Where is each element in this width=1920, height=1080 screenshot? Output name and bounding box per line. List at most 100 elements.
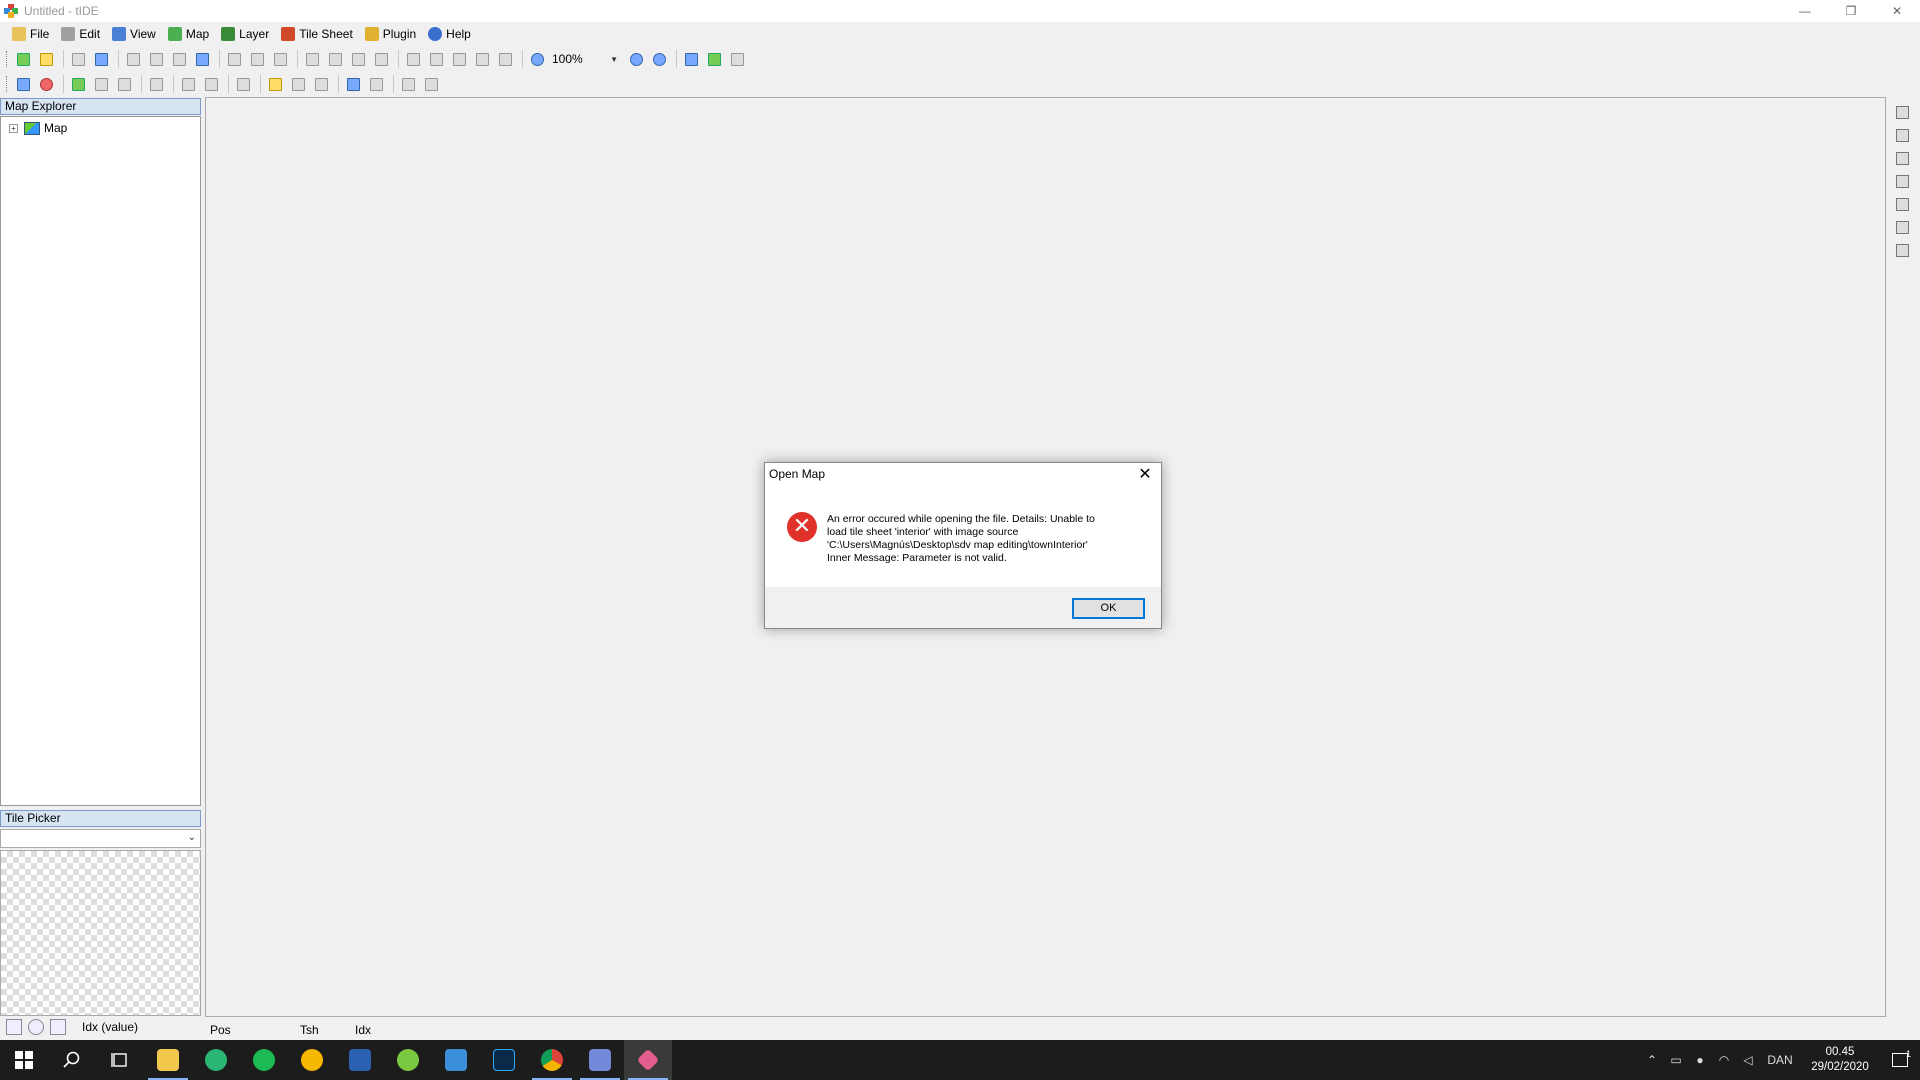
taskbar-app-file-explorer[interactable] [144,1040,192,1080]
print-button[interactable] [169,49,189,69]
taskbar-app-yellow[interactable] [288,1040,336,1080]
tile-properties-icon[interactable] [50,1019,66,1035]
brush-tool-button[interactable] [1892,240,1912,260]
menu-plugin[interactable]: Plugin [359,23,422,45]
battery-icon[interactable]: ▭ [1664,1053,1688,1067]
minimize-button[interactable]: — [1782,0,1828,22]
task-view-button[interactable] [96,1040,144,1080]
single-tile-tool-button[interactable] [1892,125,1912,145]
eraser-tool-button[interactable] [1892,171,1912,191]
add-tile-sheet-button[interactable] [265,74,285,94]
ok-button[interactable]: OK [1072,598,1145,619]
taskbar-app-translate[interactable] [336,1040,384,1080]
open-map-button[interactable] [36,49,56,69]
bring-layer-forward-button[interactable] [178,74,198,94]
viewport-button[interactable] [681,49,701,69]
menu-tile-sheet[interactable]: Tile Sheet [275,23,359,45]
map-explorer-tree[interactable]: + Map [0,116,201,806]
wifi-icon[interactable]: ◠ [1712,1053,1736,1067]
menu-file[interactable]: File [6,23,55,45]
paste-button[interactable] [348,49,368,69]
layer-visibility-button[interactable] [704,49,724,69]
action-center-button[interactable]: 1 [1880,1049,1920,1067]
plugin-action-1-button[interactable] [398,74,418,94]
redo-button[interactable] [247,49,267,69]
zoom-icon-button[interactable] [527,49,547,69]
taskbar-app-tide[interactable] [624,1040,672,1080]
language-indicator[interactable]: DAN [1760,1053,1800,1067]
tile-brush-button[interactable] [495,49,515,69]
save-button[interactable] [68,49,88,69]
tile-picker-area[interactable] [0,850,201,1016]
new-page-button[interactable] [123,49,143,69]
close-window-button[interactable]: ✕ [1874,0,1920,22]
dialog-close-button[interactable]: ✕ [1135,464,1155,484]
toolbar-grip[interactable] [6,76,9,92]
undo-button[interactable] [224,49,244,69]
vortex-tray-icon[interactable]: ● [1688,1053,1712,1067]
clear-selection-button[interactable] [426,49,446,69]
taskbar-app-green[interactable] [192,1040,240,1080]
separator [260,75,261,93]
zoom-in-button[interactable] [626,49,646,69]
map-properties-button[interactable] [13,74,33,94]
taskbar-app-vortex[interactable] [384,1040,432,1080]
menu-view[interactable]: View [106,23,162,45]
taskbar-app-bird[interactable] [432,1040,480,1080]
taskbar-app-chrome[interactable] [528,1040,576,1080]
menu-edit[interactable]: Edit [55,23,106,45]
select-tool-button[interactable] [1892,102,1912,122]
new-layer-button[interactable] [68,74,88,94]
toolbar-grip[interactable] [6,51,9,67]
tile-sheet-properties-button[interactable] [288,74,308,94]
send-layer-backward-button[interactable] [201,74,221,94]
remove-tile-sheet-button[interactable] [311,74,331,94]
expand-icon[interactable]: + [9,123,18,133]
title-bar: Untitled - tIDE — ❐ ✕ [0,0,1920,22]
new-map-button[interactable] [13,49,33,69]
grid-button[interactable] [727,49,747,69]
cut-button[interactable] [302,49,322,69]
layer-visible-button[interactable] [146,74,166,94]
delete-layer-button[interactable] [91,74,111,94]
save-as-button[interactable] [91,49,111,69]
delete-button[interactable] [371,49,391,69]
recent-tiles-icon[interactable] [28,1019,44,1035]
select-all-icon [406,52,420,66]
select-all-button[interactable] [403,49,423,69]
dropper-tool-button[interactable] [1892,194,1912,214]
zoom-dropdown[interactable]: 100% ▼ [550,50,618,68]
fill-tool-button[interactable] [1892,217,1912,237]
taskbar-app-discord[interactable] [576,1040,624,1080]
auto-tiles-button[interactable] [343,74,363,94]
copy-button[interactable] [325,49,345,69]
invert-selection-button[interactable] [449,49,469,69]
layer-merge-button[interactable] [233,74,253,94]
tile-animation-button[interactable] [366,74,386,94]
tree-node-map[interactable]: + Map [9,121,67,135]
map-stats-button[interactable] [36,74,56,94]
search-button[interactable] [48,1040,96,1080]
view-icon [112,27,127,41]
start-button[interactable] [0,1040,48,1080]
layer-properties-button[interactable] [114,74,134,94]
tile-sheet-dropdown[interactable]: ⌄ [0,829,201,848]
zoom-out-button[interactable] [649,49,669,69]
restore-button[interactable]: ❐ [1828,0,1874,22]
sort-index-icon[interactable] [6,1019,22,1035]
tile-block-tool-button[interactable] [1892,148,1912,168]
taskbar-app-photoshop[interactable] [480,1040,528,1080]
chevron-up-icon[interactable]: ⌃ [1640,1053,1664,1067]
menu-map[interactable]: Map [162,23,215,45]
volume-icon[interactable]: ◁ [1736,1053,1760,1067]
scissors-icon [305,52,319,66]
plugin-action-2-button[interactable] [421,74,441,94]
print-preview-button[interactable] [146,49,166,69]
clock[interactable]: 00.45 29/02/2020 [1800,1045,1880,1075]
menu-layer[interactable]: Layer [215,23,275,45]
taskbar-app-spotify[interactable] [240,1040,288,1080]
properties-button[interactable] [192,49,212,69]
history-button[interactable] [270,49,290,69]
menu-help[interactable]: Help [422,23,477,45]
make-brush-button[interactable] [472,49,492,69]
